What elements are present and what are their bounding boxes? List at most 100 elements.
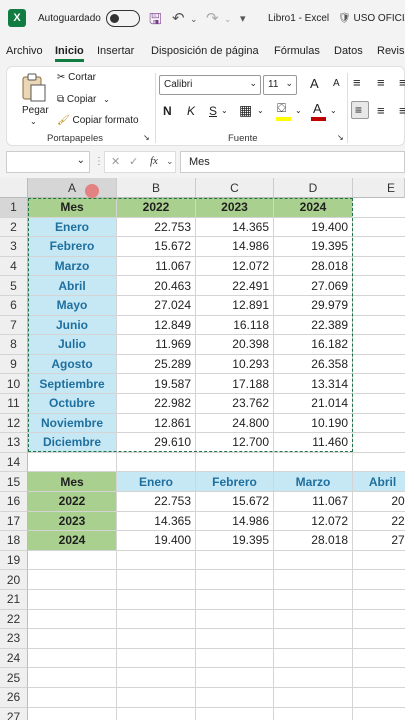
font-color-button[interactable]: A	[310, 101, 328, 121]
table2-value-cell[interactable]: 28.018	[274, 531, 353, 551]
empty-cell[interactable]	[196, 452, 274, 473]
table1-month-cell[interactable]: Agosto	[28, 354, 117, 375]
table2-header-cell[interactable]: Abril	[353, 472, 405, 492]
undo-dropdown-icon[interactable]: ⌄	[190, 14, 198, 25]
table2-value-cell[interactable]: 14.365	[117, 511, 196, 532]
select-all-corner[interactable]	[0, 178, 28, 198]
table1-value-cell[interactable]: 16.182	[274, 335, 353, 355]
insert-function-icon[interactable]: fx	[150, 155, 158, 167]
table1-month-cell[interactable]: Enero	[28, 217, 117, 238]
column-header-e[interactable]: E	[353, 178, 405, 198]
empty-cell[interactable]	[117, 452, 196, 473]
empty-cell[interactable]	[274, 550, 353, 571]
column-header-c[interactable]: C	[196, 178, 274, 198]
tab-inicio[interactable]: Inicio	[55, 45, 84, 62]
italic-button[interactable]: K	[187, 104, 195, 118]
row-header[interactable]: 23	[0, 629, 28, 649]
empty-cell[interactable]	[117, 609, 196, 630]
empty-cell[interactable]	[353, 570, 405, 590]
table1-value-cell[interactable]: 28.018	[274, 256, 353, 277]
table1-value-cell[interactable]: 20.398	[196, 335, 274, 355]
grow-font-button[interactable]: A	[310, 76, 319, 91]
font-color-dropdown-icon[interactable]: ⌄	[330, 106, 337, 115]
empty-cell[interactable]	[353, 316, 405, 336]
fill-color-dropdown-icon[interactable]: ⌄	[295, 106, 302, 115]
tab-revisar[interactable]: Revisar	[377, 45, 405, 57]
table1-month-cell[interactable]: Noviembre	[28, 413, 117, 434]
tab-datos[interactable]: Datos	[334, 45, 363, 57]
table1-value-cell[interactable]: 10.190	[274, 413, 353, 434]
table1-month-cell[interactable]: Abril	[28, 276, 117, 296]
empty-cell[interactable]	[353, 649, 405, 669]
align-right-icon[interactable]: ≡	[399, 103, 405, 118]
table2-value-cell[interactable]: 22.753	[117, 492, 196, 512]
table1-header-cell[interactable]: 2023	[196, 198, 274, 218]
empty-cell[interactable]	[353, 394, 405, 414]
empty-cell[interactable]	[353, 257, 405, 277]
customize-toolbar-icon[interactable]: ▾	[240, 12, 246, 25]
empty-cell[interactable]	[353, 668, 405, 688]
format-painter-button[interactable]: 🖌 Copiar formato	[57, 115, 139, 126]
table2-header-cell[interactable]: Mes	[28, 472, 117, 492]
table2-year-cell[interactable]: 2022	[28, 492, 117, 512]
table1-value-cell[interactable]: 22.982	[117, 394, 196, 414]
table1-value-cell[interactable]: 21.014	[274, 394, 353, 414]
empty-cell[interactable]	[28, 452, 117, 473]
empty-cell[interactable]	[117, 688, 196, 708]
row-header[interactable]: 10	[0, 374, 28, 394]
table1-value-cell[interactable]: 12.891	[196, 296, 274, 316]
empty-cell[interactable]	[353, 276, 405, 296]
row-header[interactable]: 25	[0, 668, 28, 688]
table1-month-cell[interactable]: Julio	[28, 335, 117, 355]
table1-value-cell[interactable]: 19.395	[274, 237, 353, 257]
cancel-icon[interactable]: ✕	[111, 155, 120, 168]
borders-dropdown-icon[interactable]: ⌄	[257, 106, 264, 115]
tab-archivo[interactable]: Archivo	[6, 45, 43, 57]
empty-cell[interactable]	[117, 629, 196, 649]
empty-cell[interactable]	[196, 707, 274, 720]
align-bottom-icon[interactable]: ≡	[399, 75, 405, 90]
cut-button[interactable]: ✂ Cortar	[57, 72, 96, 83]
row-header[interactable]: 21	[0, 590, 28, 610]
table1-value-cell[interactable]: 19.587	[117, 374, 196, 394]
empty-cell[interactable]	[274, 629, 353, 649]
table1-header-cell[interactable]: Mes	[28, 198, 117, 218]
empty-cell[interactable]	[28, 550, 117, 571]
empty-cell[interactable]	[353, 610, 405, 630]
empty-cell[interactable]	[117, 648, 196, 669]
empty-cell[interactable]	[274, 688, 353, 708]
empty-cell[interactable]	[196, 629, 274, 649]
table1-value-cell[interactable]: 20.463	[117, 276, 196, 296]
table1-value-cell[interactable]: 17.188	[196, 374, 274, 394]
empty-cell[interactable]	[196, 688, 274, 708]
table2-value-cell[interactable]: 27.	[353, 531, 405, 551]
table1-value-cell[interactable]: 29.979	[274, 296, 353, 316]
empty-cell[interactable]	[28, 707, 117, 720]
paste-button[interactable]: Pegar ⌄	[17, 73, 51, 129]
empty-cell[interactable]	[196, 590, 274, 610]
table1-header-cell[interactable]: 2022	[117, 198, 196, 218]
empty-cell[interactable]	[117, 570, 196, 590]
table1-value-cell[interactable]: 27.069	[274, 276, 353, 296]
empty-cell[interactable]	[196, 570, 274, 590]
table1-value-cell[interactable]: 13.314	[274, 374, 353, 394]
empty-cell[interactable]	[28, 609, 117, 630]
table2-value-cell[interactable]: 11.067	[274, 492, 353, 512]
tab-insertar[interactable]: Insertar	[97, 45, 134, 57]
table1-value-cell[interactable]: 25.289	[117, 354, 196, 375]
row-header[interactable]: 15	[0, 472, 28, 492]
row-header[interactable]: 18	[0, 531, 28, 551]
table2-value-cell[interactable]: 19.400	[117, 531, 196, 551]
row-header[interactable]: 27	[0, 707, 28, 720]
table2-year-cell[interactable]: 2024	[28, 531, 117, 551]
empty-cell[interactable]	[353, 414, 405, 434]
table2-value-cell[interactable]: 12.072	[274, 511, 353, 532]
align-left-button[interactable]: ≡	[351, 101, 369, 119]
autosave-toggle[interactable]	[106, 10, 140, 27]
row-header[interactable]: 20	[0, 570, 28, 590]
redo-icon[interactable]: ↷	[206, 9, 219, 27]
row-header[interactable]: 14	[0, 452, 28, 473]
align-top-icon[interactable]: ≡	[353, 75, 361, 90]
empty-cell[interactable]	[117, 668, 196, 688]
empty-cell[interactable]	[274, 570, 353, 590]
